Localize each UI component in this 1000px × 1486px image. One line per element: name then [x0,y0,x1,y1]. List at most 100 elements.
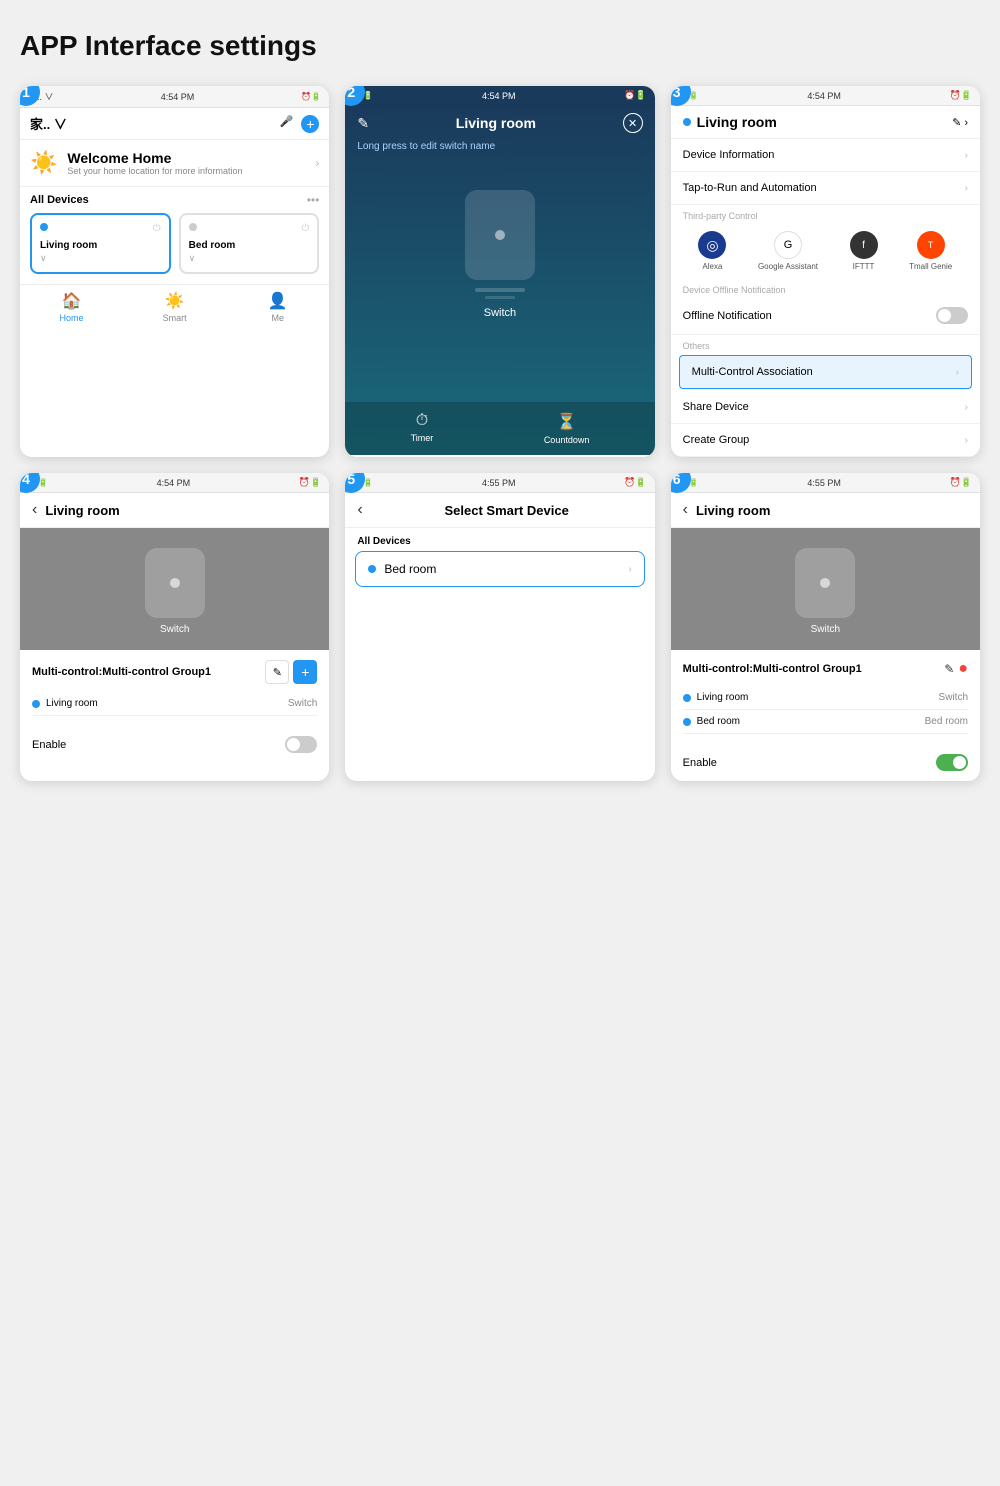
me-nav-icon: 👤 [268,291,288,311]
ifttt-icon: f [850,231,878,259]
device-card-bedroom[interactable]: ⏻ Bed room ∨ [179,213,320,274]
tmall-icon: T [917,231,945,259]
create-group-label: Create Group [683,434,750,446]
s2-hint: Long press to edit switch name [345,141,654,160]
s6-dot-living [683,694,691,702]
s6-header: ‹ Living room [671,493,980,528]
s5-back-arrow[interactable]: ‹ [357,501,362,519]
s6-device-name-bedroom: Bed room [697,716,740,727]
alexa-item[interactable]: ◎ Alexa [698,231,726,271]
mc-actions-4: ✎ + [265,660,317,684]
screenshots-grid: 1 家.. ∨ 4:54 PM ⏰🔋 家.. ∨ 🎤 + ☀️ Welcome … [20,86,980,781]
s2-close-icon[interactable]: ✕ [623,113,643,133]
status-icons-4b: ⏰🔋 [299,477,321,488]
mc-edit-btn-4[interactable]: ✎ [265,660,289,684]
power-icon-living: ⏻ [153,223,161,234]
s6-device-preview: Switch [671,528,980,650]
nav-smart[interactable]: ☀️ Smart [123,291,226,323]
add-icon[interactable]: + [301,115,319,133]
screen-3: 3 📶🔋 4:54 PM ⏰🔋 Living room ✎ › Device I… [671,86,980,457]
device-dot-bedroom [189,223,197,231]
offline-toggle[interactable] [936,307,968,324]
mc-device-name-living: Living room [46,698,98,709]
share-device-item[interactable]: Share Device › [671,391,980,424]
nav-smart-label: Smart [163,313,187,323]
s6-mc-actions: ✎ ● [944,660,968,678]
s3-device-name: Living room [697,114,777,130]
s3-header: Living room ✎ › [671,106,980,139]
page-title: APP Interface settings [20,30,980,62]
tmall-item[interactable]: T Tmall Genie [909,231,952,271]
status-bar-right-2: ⏰🔋 [624,90,646,101]
multi-control-section-4: Multi-control:Multi-control Group1 ✎ + L… [20,650,329,726]
google-icon: G [774,231,802,259]
create-group-chevron: › [965,435,968,446]
s2-body: ✎ Living room ✕ Long press to edit switc… [345,105,654,455]
home-nav-icon: 🏠 [62,291,82,311]
enable-label-4: Enable [32,739,66,751]
offline-notification-label: Offline Notification [683,310,772,322]
status-bar-1: 家.. ∨ 4:54 PM ⏰🔋 [20,86,329,108]
s2-edit-icon[interactable]: ✎ [357,115,369,132]
s6-mc-header: Multi-control:Multi-control Group1 ✎ ● [683,660,968,678]
s4-header: ‹ Living room [20,493,329,528]
s1-bottom-nav: 🏠 Home ☀️ Smart 👤 Me [20,284,329,327]
multi-control-label: Multi-Control Association [692,366,813,378]
s2-bottom-bar: ⏱ Timer ⏳ Countdown [345,402,654,455]
google-item[interactable]: G Google Assistant [758,231,818,271]
alexa-icon: ◎ [698,231,726,259]
mic-icon[interactable]: 🎤 [280,115,294,133]
status-icons-5b: ⏰🔋 [624,477,646,488]
s6-mc-title: Multi-control:Multi-control Group1 [683,663,862,675]
ifttt-item[interactable]: f IFTTT [850,231,878,271]
status-bar-6: 📶🔋 4:55 PM ⏰🔋 [671,473,980,493]
mc-add-btn-4[interactable]: + [293,660,317,684]
s4-device-label: Switch [160,624,189,635]
more-options-icon[interactable]: ••• [307,193,320,207]
device-grid: ⏻ Living room ∨ ⏻ Bed room ∨ [20,213,329,284]
s4-back-arrow[interactable]: ‹ [32,501,37,519]
automation-label: Tap-to-Run and Automation [683,182,817,194]
s1-home-label: 家.. ∨ [30,114,67,133]
s6-mc-section: Multi-control:Multi-control Group1 ✎ ● L… [671,650,980,744]
s2-header: ✎ Living room ✕ [345,105,654,141]
device-chevron-living: ∨ [40,253,161,264]
status-bar-time-2: 4:54 PM [482,91,516,101]
s6-device-row-bedroom: Bed room Bed room [683,710,968,734]
s6-device-type-bedroom: Bed room [925,716,968,727]
enable-toggle-4[interactable] [285,736,317,753]
s6-back-arrow[interactable]: ‹ [683,501,688,519]
third-party-grid: ◎ Alexa G Google Assistant f IFTTT T Tma… [671,223,980,279]
s5-device-name-bedroom: Bed room [384,562,436,576]
device-chevron-bedroom: ∨ [189,253,310,264]
menu-item-device-info[interactable]: Device Information › [671,139,980,172]
create-group-item[interactable]: Create Group › [671,424,980,457]
alexa-label: Alexa [702,262,722,271]
s6-add-icon[interactable]: ● [958,660,968,678]
s3-edit-icon[interactable]: ✎ › [952,116,968,129]
s6-enable-toggle[interactable] [936,754,968,771]
toggle-knob [938,309,951,322]
nav-home[interactable]: 🏠 Home [20,291,123,323]
s4-title: Living room [45,503,119,518]
status-bar-5: 📶🔋 4:55 PM ⏰🔋 [345,473,654,493]
device-card-living[interactable]: ⏻ Living room ∨ [30,213,171,274]
timer-icon: ⏱ [416,412,428,430]
s5-device-info-bedroom: Bed room [368,562,436,576]
mc-title-4: Multi-control:Multi-control Group1 [32,666,211,678]
s6-edit-icon[interactable]: ✎ [944,662,954,676]
mc-dot-living [32,700,40,708]
countdown-action[interactable]: ⏳ Countdown [544,412,590,445]
status-bar-time-6: 4:55 PM [807,478,841,488]
automation-chevron: › [965,183,968,194]
s2-device-label: Switch [484,307,516,319]
status-bar-3: 📶🔋 4:54 PM ⏰🔋 [671,86,980,106]
device-info-chevron: › [965,150,968,161]
multi-control-item[interactable]: Multi-Control Association › [679,355,972,389]
s6-device-info-living: Living room [683,692,749,703]
menu-item-automation[interactable]: Tap-to-Run and Automation › [671,172,980,205]
multi-control-chevron: › [956,367,959,378]
s5-device-bedroom[interactable]: Bed room › [355,551,644,587]
timer-action[interactable]: ⏱ Timer [411,412,434,445]
nav-me[interactable]: 👤 Me [226,291,329,323]
